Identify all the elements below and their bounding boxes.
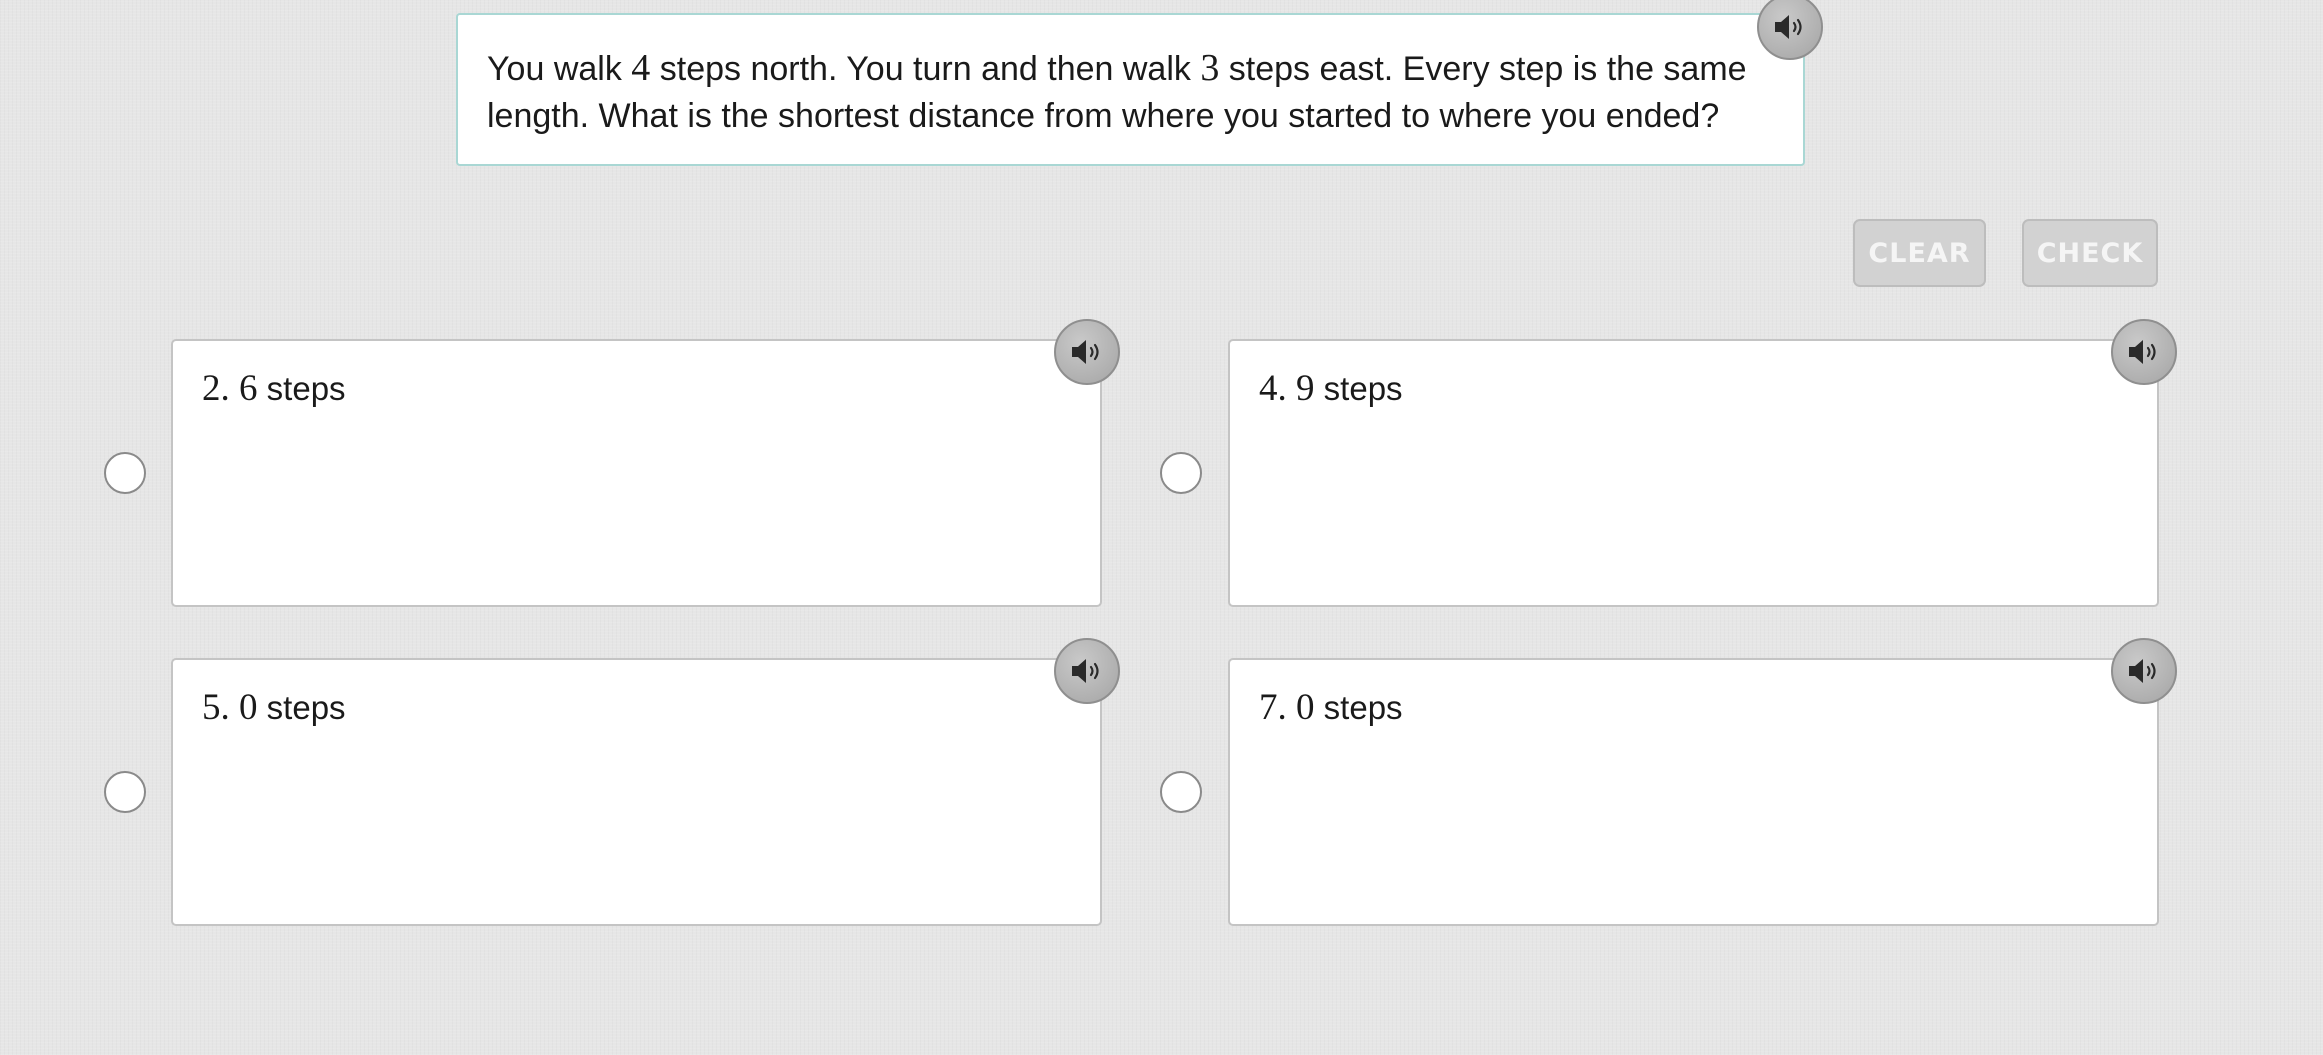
answer-audio-button-3[interactable]: [1054, 638, 1120, 704]
answer-unit: steps: [1314, 370, 1403, 407]
answer-radio-2[interactable]: [1160, 452, 1202, 494]
answer-value: 5. 0: [202, 687, 258, 728]
answer-text: 7. 0 steps: [1259, 688, 2157, 728]
speaker-icon: [2129, 340, 2156, 364]
answer-radio-1[interactable]: [104, 452, 146, 494]
speaker-icon: [1775, 15, 1802, 39]
question-box: You walk 4 steps north. You turn and the…: [456, 13, 1805, 166]
speaker-icon: [1072, 340, 1099, 364]
question-audio-button[interactable]: [1757, 0, 1823, 60]
question-text-part: steps north. You turn and then walk: [650, 50, 1201, 88]
question-text-part: You walk: [487, 50, 632, 88]
answer-unit: steps: [1314, 689, 1403, 726]
question-number-north: 4: [631, 47, 651, 89]
answer-radio-3[interactable]: [104, 771, 146, 813]
question-text: You walk 4 steps north. You turn and the…: [487, 45, 1775, 140]
answer-option-2[interactable]: 4. 9 steps: [1228, 339, 2159, 607]
answer-unit: steps: [257, 370, 346, 407]
answer-audio-button-2[interactable]: [2111, 319, 2177, 385]
answer-audio-button-1[interactable]: [1054, 319, 1120, 385]
answer-text: 5. 0 steps: [202, 688, 1100, 728]
question-number-east: 3: [1200, 47, 1220, 89]
answer-option-1[interactable]: 2. 6 steps: [171, 339, 1102, 607]
answer-audio-button-4[interactable]: [2111, 638, 2177, 704]
answer-option-4[interactable]: 7. 0 steps: [1228, 658, 2159, 926]
answer-text: 2. 6 steps: [202, 369, 1100, 409]
answer-value: 2. 6: [202, 368, 258, 409]
answer-value: 4. 9: [1259, 368, 1315, 409]
speaker-icon: [2129, 659, 2156, 683]
clear-button[interactable]: CLEAR: [1853, 219, 1986, 287]
answer-value: 7. 0: [1259, 687, 1315, 728]
answer-radio-4[interactable]: [1160, 771, 1202, 813]
answer-text: 4. 9 steps: [1259, 369, 2157, 409]
answer-unit: steps: [257, 689, 346, 726]
check-button[interactable]: CHECK: [2022, 219, 2158, 287]
speaker-icon: [1072, 659, 1099, 683]
answer-option-3[interactable]: 5. 0 steps: [171, 658, 1102, 926]
